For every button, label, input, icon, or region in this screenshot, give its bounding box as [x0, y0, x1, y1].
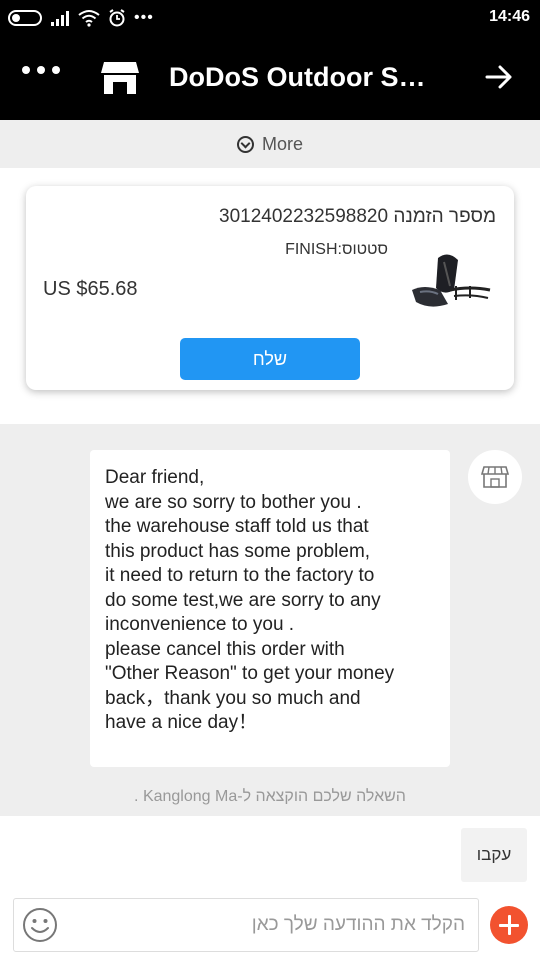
order-price: US $65.68 — [43, 278, 138, 300]
message-line: inconvenience to you . — [105, 614, 295, 635]
message-line: this product has some problem, — [105, 540, 371, 562]
status-bar: ••• 14:46 — [0, 0, 540, 36]
toggle-status-icon — [8, 10, 42, 26]
status-icons: ••• — [8, 8, 154, 28]
message-line: we are so sorry to bother you . — [105, 491, 362, 513]
chat-area[interactable]: Dear friend, we are so sorry to bother y… — [0, 424, 540, 816]
order-status: סטטוס:FINISH — [285, 241, 388, 258]
store-title[interactable]: DoDoS Outdoor St... — [169, 62, 429, 93]
seller-avatar[interactable] — [468, 450, 522, 504]
app-header: DoDoS Outdoor St... — [0, 36, 540, 120]
add-attachment-button[interactable] — [490, 906, 528, 944]
status-more-dots: ••• — [134, 9, 154, 26]
message-line: the warehouse staff told us that — [105, 516, 369, 537]
message-line: have a nice day！ — [105, 712, 258, 733]
clock: 14:46 — [489, 8, 530, 25]
message-line: "Other Reason" to get your money — [105, 663, 395, 684]
message-line: do some test,we are sorry to any — [105, 589, 381, 611]
message-line: back，thank you so much and — [105, 687, 361, 709]
message-line: please cancel this order with — [105, 638, 345, 660]
store-icon[interactable] — [100, 60, 140, 96]
chevron-down-circle-icon — [236, 135, 254, 153]
quick-reply-bar: עקבו — [0, 816, 540, 896]
emoji-icon[interactable] — [22, 907, 58, 943]
arrow-right-icon[interactable] — [484, 62, 514, 92]
message-line: Dear friend, — [105, 467, 205, 488]
more-menu-icon[interactable] — [22, 66, 60, 74]
message-line: it need to return to the factory to — [105, 565, 375, 586]
assignment-note: השאלה שלכם הוקצאה ל-Kanglong Ma . — [134, 788, 406, 805]
order-section: מספר הזמנה 3012402232598820 סטטוס:FINISH… — [0, 168, 540, 424]
load-more-bar[interactable]: More — [0, 120, 540, 168]
wifi-icon — [78, 10, 100, 27]
message-input-bar — [0, 896, 540, 960]
product-thumbnail[interactable] — [410, 246, 496, 312]
quick-reply-follow-button[interactable]: עקבו — [461, 828, 527, 882]
send-order-button[interactable]: שלח — [180, 338, 360, 380]
more-label: More — [261, 133, 303, 154]
store-icon — [480, 466, 510, 488]
seller-message-bubble: Dear friend, we are so sorry to bother y… — [90, 450, 450, 767]
order-card[interactable]: מספר הזמנה 3012402232598820 סטטוס:FINISH… — [26, 186, 514, 390]
order-number: מספר הזמנה 3012402232598820 — [219, 206, 496, 227]
message-input[interactable] — [70, 905, 465, 945]
message-input-container[interactable] — [13, 898, 479, 952]
signal-icon — [51, 11, 69, 26]
alarm-icon — [109, 9, 125, 27]
